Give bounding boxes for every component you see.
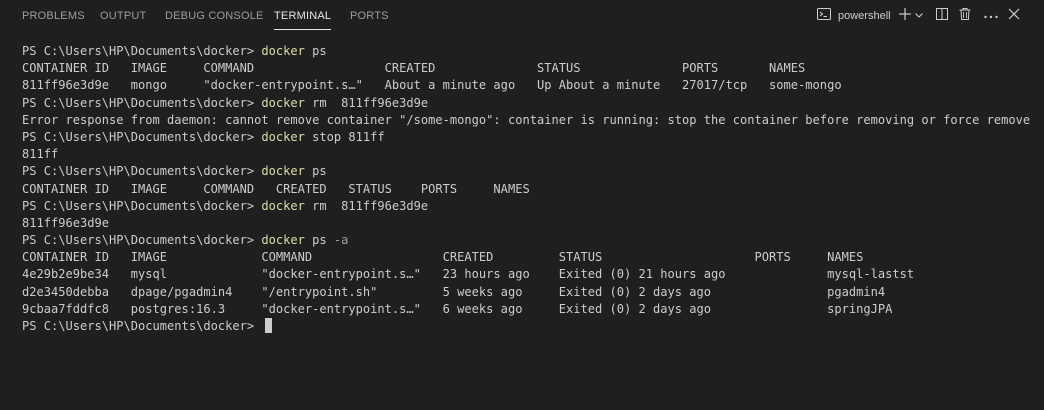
prompt: PS C:\Users\HP\Documents\docker> (22, 95, 262, 110)
output-line: Error response from daemon: cannot remov… (22, 112, 1031, 127)
split-icon (935, 7, 949, 26)
prompt: PS C:\Users\HP\Documents\docker> (22, 198, 262, 213)
shell-label: powershell (838, 10, 891, 22)
more-actions-button[interactable] (980, 6, 1002, 26)
output-line: 811ff (22, 147, 59, 162)
command-args: ps (304, 233, 334, 248)
command-name: docker (261, 44, 305, 58)
prompt: PS C:\Users\HP\Documents\docker> (22, 319, 262, 333)
close-icon (1007, 7, 1021, 26)
tab-ports[interactable]: PORTS (350, 10, 389, 22)
output-line: CONTAINER ID IMAGE COMMAND CREATED STATU… (22, 250, 864, 265)
command-args: rm 811ff96e3d9e (304, 198, 429, 213)
terminal-shell-button[interactable]: powershell (816, 6, 896, 26)
tab-terminal[interactable]: TERMINAL (274, 10, 332, 30)
prompt: PS C:\Users\HP\Documents\docker> (22, 44, 262, 58)
ellipsis-icon (983, 7, 999, 25)
output-line: CONTAINER ID IMAGE COMMAND CREATED STATU… (22, 61, 806, 76)
command-name: docker (261, 164, 305, 179)
trash-icon (958, 7, 972, 26)
command-name: docker (261, 233, 305, 248)
prompt: PS C:\Users\HP\Documents\docker> (22, 164, 262, 179)
command-line: PS C:\Users\HP\Documents\docker> docker … (22, 95, 1044, 112)
terminal-output[interactable]: PS C:\Users\HP\Documents\docker> docker … (22, 43, 1044, 410)
active-prompt-line: PS C:\Users\HP\Documents\docker> (22, 318, 1044, 335)
command-args: rm 811ff96e3d9e (304, 95, 429, 110)
close-panel-button[interactable] (1006, 6, 1022, 26)
terminal-icon (816, 6, 832, 27)
plus-icon (898, 7, 912, 26)
output-line: 4e29b2e9be34 mysql "docker-entrypoint.s…… (22, 267, 915, 282)
text-cursor (265, 318, 273, 333)
chevron-down-icon (914, 7, 924, 25)
command-line: PS C:\Users\HP\Documents\docker> docker … (22, 198, 1044, 215)
output-line: 811ff96e3d9e mongo "docker-entrypoint.s…… (22, 78, 842, 93)
command-line: PS C:\Users\HP\Documents\docker> docker … (22, 163, 1044, 180)
command-flag: -a (333, 233, 349, 248)
command-args: stop 811ff (304, 129, 385, 144)
new-terminal-button[interactable] (897, 6, 913, 26)
output-line: 811ff96e3d9e (22, 215, 110, 230)
tab-output[interactable]: OUTPUT (100, 10, 146, 22)
prompt: PS C:\Users\HP\Documents\docker> (22, 233, 262, 248)
tab-problems[interactable]: PROBLEMS (22, 10, 85, 22)
output-line: CONTAINER ID IMAGE COMMAND CREATED STATU… (22, 181, 530, 196)
command-args: ps (304, 44, 327, 58)
launch-profile-dropdown[interactable] (913, 6, 925, 26)
command-args: ps (304, 164, 327, 179)
command-name: docker (261, 198, 305, 213)
output-line: d2e3450debba dpage/pgadmin4 "/entrypoint… (22, 284, 886, 299)
tab-debug-console[interactable]: DEBUG CONSOLE (165, 10, 264, 22)
command-name: docker (261, 95, 305, 110)
command-line: PS C:\Users\HP\Documents\docker> docker … (22, 129, 1044, 146)
command-line: PS C:\Users\HP\Documents\docker> docker … (22, 232, 1044, 249)
output-line: 9cbaa7fddfc8 postgres:16.3 "docker-entry… (22, 301, 893, 316)
panel-header: PROBLEMS OUTPUT DEBUG CONSOLE TERMINAL P… (0, 0, 1044, 34)
prompt: PS C:\Users\HP\Documents\docker> (22, 129, 262, 144)
command-line: PS C:\Users\HP\Documents\docker> docker … (22, 43, 1044, 60)
split-terminal-button[interactable] (934, 6, 950, 26)
command-name: docker (261, 129, 305, 144)
kill-terminal-button[interactable] (957, 6, 973, 26)
